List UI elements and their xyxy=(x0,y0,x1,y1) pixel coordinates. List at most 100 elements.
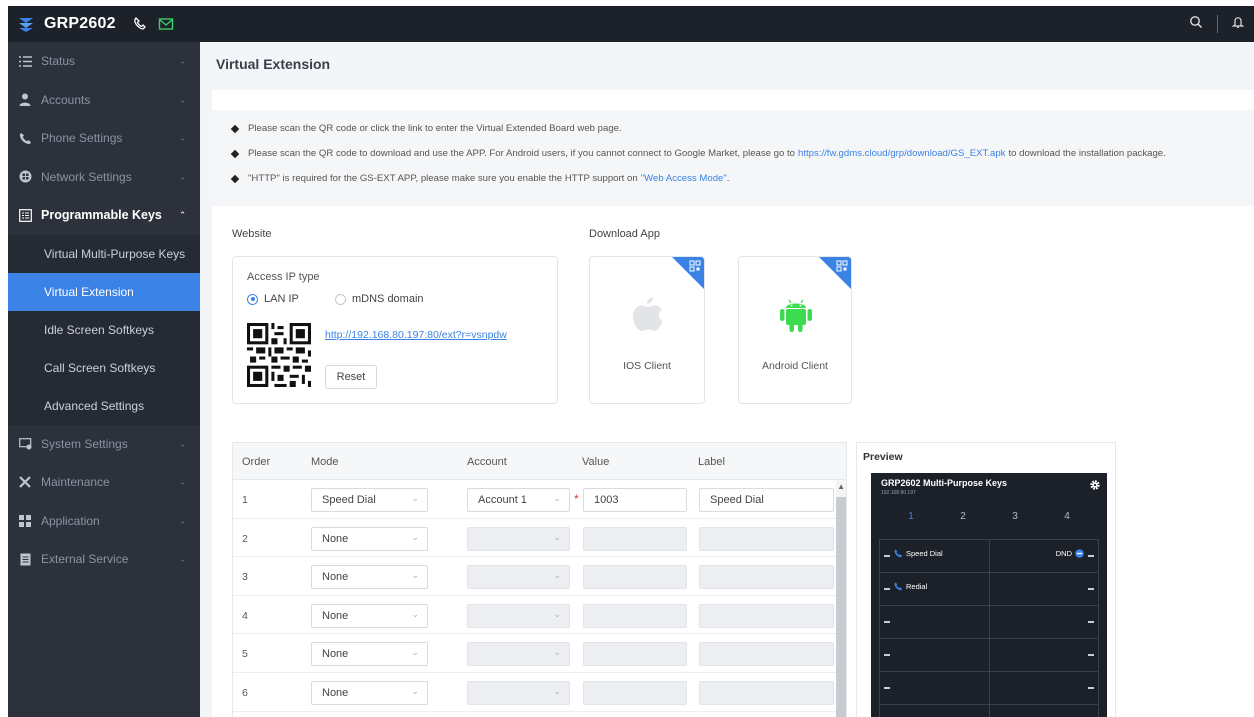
account-select[interactable]: ⌄ xyxy=(467,526,570,551)
col-order: Order xyxy=(242,456,271,468)
sidebar-item-external-service[interactable]: External Service ⌄ xyxy=(8,540,200,579)
sidebar-item-accounts[interactable]: Accounts ⌄ xyxy=(8,81,200,120)
sidebar-item-maintenance[interactable]: Maintenance ⌄ xyxy=(8,463,200,502)
label-input[interactable] xyxy=(699,681,834,705)
sidebar: Status ⌄ Accounts ⌄ Phone Settings ⌄ Net… xyxy=(8,42,200,717)
note-1: Please scan the QR code or click the lin… xyxy=(230,123,622,134)
sidebar-item-label: Status xyxy=(41,54,76,69)
col-account: Account xyxy=(467,456,507,468)
value-input[interactable] xyxy=(583,603,687,628)
table-row: 3 None ⌄ ⌄ xyxy=(233,557,846,596)
sidebar-item-label: Programmable Keys xyxy=(41,208,162,223)
phone-key-label: Redial xyxy=(894,582,927,591)
value-input[interactable] xyxy=(583,642,687,667)
account-select[interactable]: ⌄ xyxy=(467,642,570,667)
account-select[interactable]: Account 1 ⌄ xyxy=(467,488,570,512)
label-input[interactable] xyxy=(699,565,834,590)
sidebar-item-phone-settings[interactable]: Phone Settings ⌄ xyxy=(8,119,200,158)
sidebar-subitem-virtual-multi-purpose-keys[interactable]: Virtual Multi-Purpose Keys xyxy=(8,234,200,273)
sidebar-item-network-settings[interactable]: Network Settings ⌄ xyxy=(8,158,200,197)
chevron-up-icon: ⌃ xyxy=(179,210,186,220)
mode-select[interactable]: None ⌄ xyxy=(311,681,428,705)
sidebar-item-system-settings[interactable]: System Settings ⌄ xyxy=(8,425,200,464)
phone-tab-2: 2 xyxy=(960,511,966,522)
key-config-table: Order Mode Account Value Label 1 Speed D… xyxy=(232,442,847,717)
mode-select[interactable]: None ⌄ xyxy=(311,565,428,590)
radio-mdns-domain[interactable]: mDNS domain xyxy=(335,293,424,305)
grandstream-logo-icon xyxy=(19,18,33,32)
sidebar-item-programmable-keys[interactable]: Programmable Keys ⌃ xyxy=(8,196,200,235)
sidebar-subitem-idle-screen-softkeys[interactable]: Idle Screen Softkeys xyxy=(8,310,200,349)
page-title: Virtual Extension xyxy=(216,56,331,72)
chevron-down-icon: ⌄ xyxy=(179,554,186,564)
label-input[interactable]: Speed Dial xyxy=(699,488,834,512)
ios-client-card[interactable]: IOS Client xyxy=(589,256,705,404)
phone-key-text: DND xyxy=(1055,549,1072,558)
key-indicator xyxy=(1088,687,1094,689)
value-input[interactable]: 1003 xyxy=(583,488,687,512)
key-indicator xyxy=(884,588,890,590)
key-indicator xyxy=(884,687,890,689)
phone-tab-4: 4 xyxy=(1064,511,1070,522)
key-indicator xyxy=(1088,555,1094,557)
phone-key xyxy=(990,639,1099,671)
value-input[interactable] xyxy=(583,526,687,551)
phone-icon[interactable] xyxy=(132,16,148,32)
value-input[interactable] xyxy=(583,565,687,590)
sidebar-subitem-advanced-settings[interactable]: Advanced Settings xyxy=(8,386,200,425)
apk-download-link[interactable]: https://fw.gdms.cloud/grp/download/GS_EX… xyxy=(798,148,1005,159)
mode-select[interactable]: None ⌄ xyxy=(311,603,428,628)
phone-key-grid: Speed Dial DND Redial xyxy=(879,539,1099,717)
brand: GRP2602 xyxy=(16,6,174,42)
phone-key-row: Speed Dial DND xyxy=(879,539,1099,572)
label-input[interactable] xyxy=(699,642,834,667)
phone-key xyxy=(990,672,1099,704)
chevron-down-icon: ⌄ xyxy=(553,570,561,581)
chevron-down-icon: ⌄ xyxy=(553,493,561,503)
scroll-up-arrow-icon[interactable]: ▲ xyxy=(837,482,845,491)
account-select[interactable]: ⌄ xyxy=(467,603,570,628)
key-indicator xyxy=(884,555,890,557)
sidebar-subitem-virtual-extension[interactable]: Virtual Extension xyxy=(8,272,200,311)
mode-select[interactable]: None ⌄ xyxy=(311,526,428,551)
label-input[interactable] xyxy=(699,603,834,628)
reset-button[interactable]: Reset xyxy=(325,365,377,389)
qr-code-icon xyxy=(689,260,701,272)
mode-select[interactable]: None ⌄ xyxy=(311,642,428,667)
dnd-icon xyxy=(1075,549,1084,558)
phone-ip: 192.168.80.197 xyxy=(881,490,916,496)
content-panel: Please scan the QR code or click the lin… xyxy=(212,90,1254,717)
user-icon xyxy=(18,93,32,107)
handset-icon xyxy=(18,131,32,145)
search-icon[interactable] xyxy=(1189,15,1203,34)
document-icon xyxy=(18,552,32,566)
account-select[interactable]: ⌄ xyxy=(467,681,570,705)
virtual-extension-url-link[interactable]: http://192.168.80.197:80/ext?r=vsnpdw xyxy=(325,329,507,341)
phone-tab-1: 1 xyxy=(908,511,914,522)
mode-select[interactable]: Speed Dial ⌄ xyxy=(311,488,428,512)
sidebar-subitem-call-screen-softkeys[interactable]: Call Screen Softkeys xyxy=(8,348,200,387)
value-input[interactable] xyxy=(583,681,687,705)
web-access-mode-link[interactable]: "Web Access Mode" xyxy=(641,173,727,184)
mail-icon[interactable] xyxy=(158,17,174,31)
chevron-down-icon: ⌄ xyxy=(553,531,561,542)
android-client-card[interactable]: Android Client xyxy=(738,256,852,404)
label-input[interactable] xyxy=(699,526,834,551)
preview-title: Preview xyxy=(863,451,903,463)
key-indicator xyxy=(1088,654,1094,656)
phone-key: DND xyxy=(990,540,1099,572)
chevron-down-icon: ⌄ xyxy=(179,95,186,105)
account-select[interactable]: ⌄ xyxy=(467,565,570,590)
sidebar-item-status[interactable]: Status ⌄ xyxy=(8,42,200,81)
gear-icon xyxy=(1090,480,1100,490)
bell-icon[interactable] xyxy=(1231,15,1245,34)
sidebar-item-application[interactable]: Application ⌄ xyxy=(8,502,200,541)
radio-selected-icon xyxy=(247,293,258,305)
chevron-down-icon: ⌄ xyxy=(179,477,186,487)
radio-lan-ip[interactable]: LAN IP xyxy=(247,293,299,305)
order-cell: 2 xyxy=(242,532,248,545)
chevron-down-icon: ⌄ xyxy=(179,439,186,449)
app-title: GRP2602 xyxy=(44,15,116,32)
phone-key xyxy=(880,705,990,717)
table-scrollbar-thumb[interactable] xyxy=(836,497,846,717)
